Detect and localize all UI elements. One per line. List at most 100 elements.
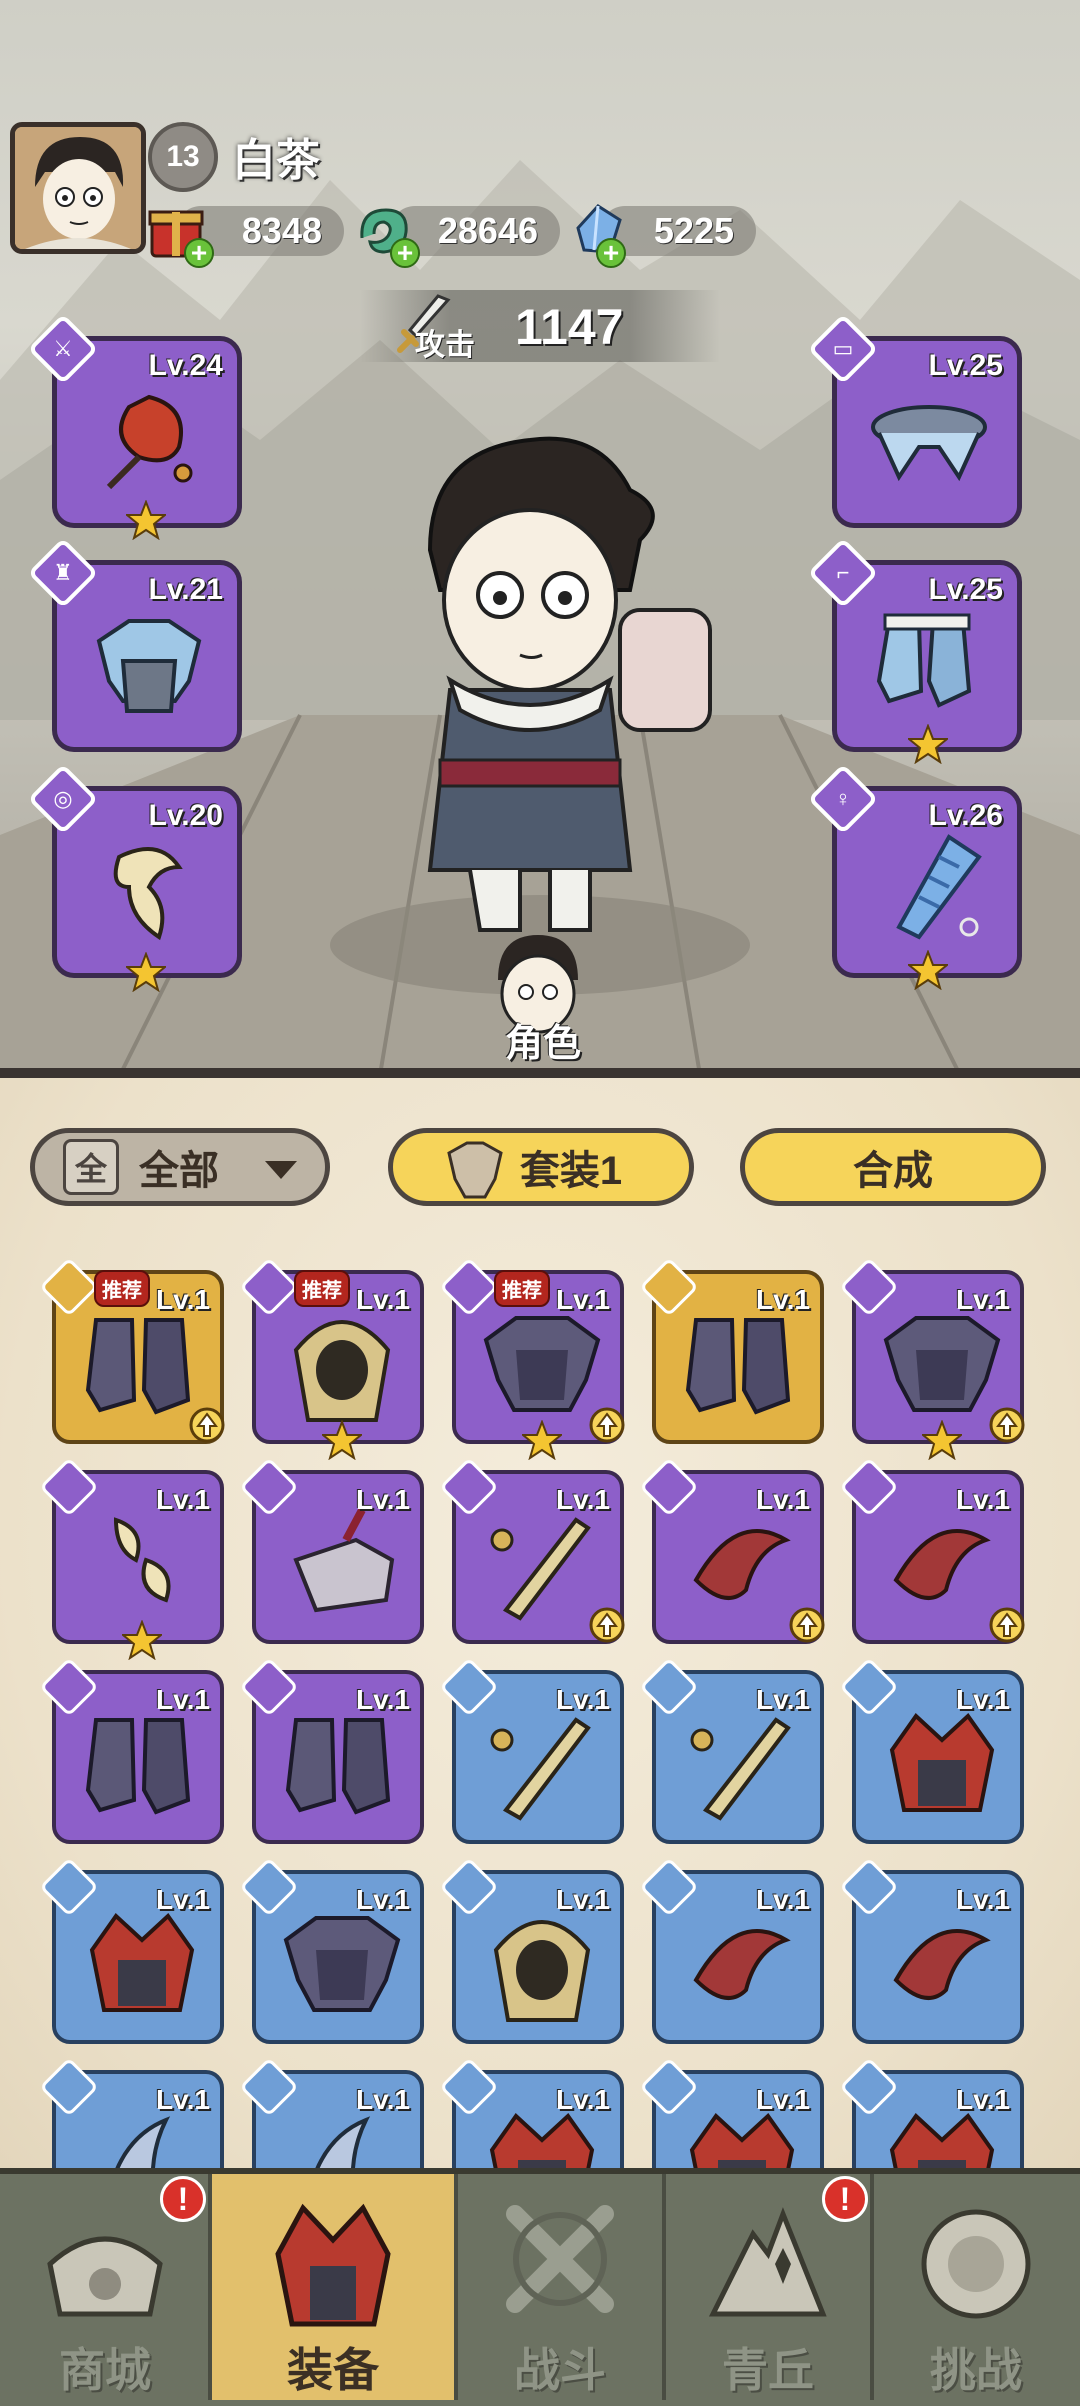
mask-icon <box>889 1712 995 1812</box>
helmet-icon <box>293 1320 391 1422</box>
upgrade-arrow-icon <box>989 1607 1025 1643</box>
nav-label: 装备 <box>287 2344 379 2396</box>
equipment-helmet-icon <box>275 2203 391 2327</box>
inventory-item[interactable]: Lv.1 <box>639 1457 825 1644</box>
inventory-item[interactable]: Lv.1 <box>39 1857 224 2044</box>
nav-divider <box>454 2174 458 2400</box>
inventory-item[interactable]: Lv.1 <box>439 1857 624 2044</box>
star-icon <box>522 1420 562 1460</box>
attack-value: 1147 <box>515 299 624 355</box>
item-level: Lv.1 <box>356 1884 410 1915</box>
ice-boots-icon <box>876 613 972 708</box>
ice-armor-icon <box>96 619 202 713</box>
fan-weapon-icon <box>106 394 193 490</box>
nav-label: 商城 <box>59 2344 151 2396</box>
inventory-item[interactable]: Lv.1 <box>839 1657 1024 1844</box>
set-label: 套装1 <box>519 1149 623 1193</box>
bow-icon <box>893 1929 991 2000</box>
inventory-item[interactable]: Lv.1 <box>639 1857 824 2044</box>
challenge-icon <box>921 2209 1031 2319</box>
equipment-set-button[interactable]: 套装1 <box>388 1128 694 1206</box>
sword-icon <box>690 1717 791 1821</box>
boots-icon <box>685 1318 791 1415</box>
star-icon <box>908 724 948 764</box>
boots-icon <box>85 1718 191 1815</box>
inventory-item[interactable]: Lv.1 <box>39 1457 224 1660</box>
merge-label: 合成 <box>853 1149 933 1193</box>
inventory-item[interactable]: Lv.1 <box>839 1857 1024 2044</box>
nav-tab-2[interactable]: 战斗 <box>456 2174 664 2400</box>
mask-icon <box>89 1912 195 2012</box>
item-level: Lv.1 <box>956 1684 1010 1715</box>
recommend-badge: 推荐 <box>94 1270 150 1307</box>
shop-icon <box>47 2236 163 2317</box>
currency-crystal-value: 5225 <box>653 210 734 251</box>
item-level: Lv.1 <box>756 1884 810 1915</box>
filter-dropdown[interactable]: 全 全部 <box>30 1128 330 1206</box>
add-jade-button[interactable]: + <box>390 238 420 268</box>
gauntlet-icon <box>293 1508 395 1613</box>
upgrade-arrow-icon <box>789 1607 825 1643</box>
item-level: Lv.1 <box>756 1284 810 1315</box>
inventory-item[interactable]: Lv.1 <box>239 1657 424 1844</box>
armor-set-icon <box>447 1141 503 1199</box>
item-level: Lv.1 <box>556 1684 610 1715</box>
nav-label: 青丘 <box>722 2344 814 2396</box>
upgrade-arrow-icon <box>989 1407 1025 1443</box>
alert-icon: ! <box>822 2176 868 2222</box>
star-icon <box>322 1420 362 1460</box>
inventory-item[interactable]: Lv.1 <box>839 1257 1025 1460</box>
inventory-item[interactable]: Lv.1 <box>439 1657 624 1844</box>
bow-icon <box>693 1929 791 2000</box>
inventory-item[interactable]: Lv.1 <box>639 1657 824 1844</box>
recommend-badge: 推荐 <box>494 1270 550 1307</box>
mountain-icon <box>708 2207 827 2317</box>
inventory-item[interactable]: Lv.1 <box>239 1857 424 2044</box>
item-level: Lv.1 <box>756 2084 810 2115</box>
nav-label: 战斗 <box>514 2344 606 2396</box>
item-level: Lv.1 <box>956 1884 1010 1915</box>
inventory-item[interactable]: Lv.1 <box>839 1457 1025 1644</box>
item-level: Lv.1 <box>356 1484 410 1515</box>
inventory-item[interactable]: Lv.1 推荐 <box>439 1257 625 1460</box>
item-level: Lv.1 <box>556 1284 610 1315</box>
player-avatar[interactable] <box>10 122 146 254</box>
add-crystal-button[interactable]: + <box>596 238 626 268</box>
item-level: Lv.1 <box>556 1484 610 1515</box>
inventory-item[interactable]: Lv.1 推荐 <box>239 1257 424 1460</box>
alert-icon: ! <box>160 2176 206 2222</box>
add-gift-button[interactable]: + <box>184 238 214 268</box>
inventory-item[interactable]: Lv.1 推荐 <box>39 1257 225 1444</box>
item-level: Lv.1 <box>156 2084 210 2115</box>
item-level: Lv.1 <box>556 1884 610 1915</box>
inventory-item[interactable]: Lv.1 <box>39 1657 224 1844</box>
merge-button[interactable]: 合成 <box>740 1128 1046 1206</box>
nav-divider <box>208 2174 212 2400</box>
item-level: Lv.1 <box>356 1284 410 1315</box>
player-level-badge: 13 <box>148 122 218 192</box>
role-tab-label[interactable]: 角色 <box>505 1012 581 1067</box>
nav-tab-1[interactable]: 装备 <box>210 2174 456 2400</box>
filter-label: 全部 <box>139 1149 219 1193</box>
inventory-item[interactable]: Lv.1 <box>439 1457 625 1644</box>
upgrade-arrow-icon <box>189 1407 225 1443</box>
inventory-item[interactable]: Lv.1 <box>639 1257 824 1444</box>
armor-icon <box>283 1916 401 2012</box>
crossed-swords-icon <box>506 2205 614 2313</box>
item-level: Lv.1 <box>156 1484 210 1515</box>
pendant-icon <box>113 1517 171 1603</box>
item-level: Lv.1 <box>156 1684 210 1715</box>
boots-icon <box>285 1718 391 1815</box>
upgrade-arrow-icon <box>589 1407 625 1443</box>
upgrade-arrow-icon <box>589 1607 625 1643</box>
item-level: Lv.1 <box>956 1484 1010 1515</box>
avatar-face-icon <box>15 127 141 249</box>
item-level: Lv.1 <box>156 1884 210 1915</box>
star-icon <box>126 952 166 992</box>
inventory-item[interactable]: Lv.1 <box>239 1457 424 1644</box>
hero-character <box>427 436 712 932</box>
nav-tab-4[interactable]: 挑战 <box>872 2174 1080 2400</box>
item-level: Lv.1 <box>956 2084 1010 2115</box>
item-level: Lv.1 <box>556 2084 610 2115</box>
item-level: Lv.1 <box>356 1684 410 1715</box>
